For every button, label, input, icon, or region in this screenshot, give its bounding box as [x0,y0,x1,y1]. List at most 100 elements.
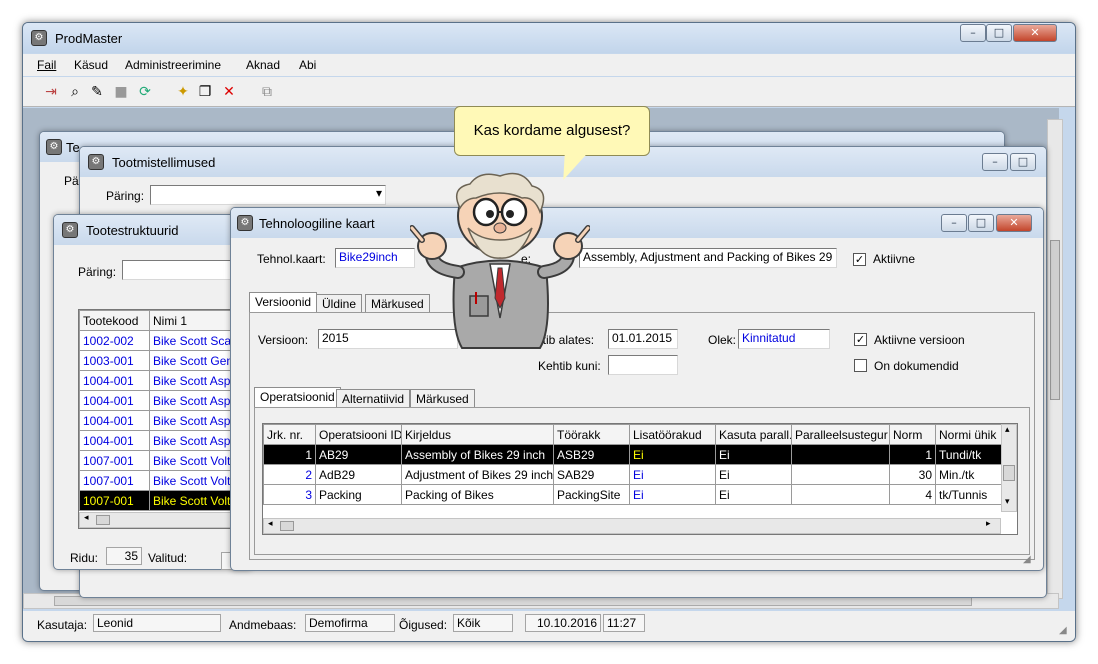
menu-bar: Fail Käsud Administreerimine Aknad Abi [23,54,1075,76]
column-header[interactable]: Kirjeldus [401,424,554,445]
operation-cell: 1 [263,444,316,465]
tab-versioonid[interactable]: Versioonid [249,292,318,313]
mdi-vertical-scrollbar[interactable] [1047,119,1063,599]
menu-aknad[interactable]: Aknad [246,58,280,72]
column-header[interactable]: Töörakk [553,424,630,445]
chevron-down-icon: ▾ [375,186,382,200]
product-code-cell: 1007-001 [79,490,150,511]
scroll-up-icon[interactable]: ▴ [1005,425,1010,435]
operations-v-scrollbar[interactable]: ▴ ▾ [1001,424,1017,512]
orders-query-dropdown[interactable]: ▾ [150,185,386,205]
column-header[interactable]: Paralleelsustegur [791,424,890,445]
tech-card-icon: ⚙ [237,215,253,231]
menu-administreerimine[interactable]: Administreerimine [125,58,221,72]
tech-maximize-button[interactable]: □ [968,214,994,232]
resize-grip-icon[interactable]: ◢ [1059,625,1067,636]
column-header[interactable]: Operatsiooni ID [315,424,402,445]
product-code-cell: 1004-001 [79,390,150,411]
tech-close-button[interactable]: ✕ [996,214,1032,232]
table-row[interactable]: 1 AB29 Assembly of Bikes 29 inch ASB29 Ei Ei 1… [263,444,1004,465]
operation-cell: 1 [889,444,936,465]
table-row[interactable]: 1004-001 Bike Scott Aspe [79,430,252,451]
maximize-button[interactable]: □ [986,24,1012,42]
operations-h-scrollbar[interactable]: ◂ ▸ [263,518,1001,534]
speech-bubble: Kas kordame algusest? [454,106,650,156]
table-row[interactable]: 3 Packing Packing of Bikes PackingSite Ei Ei 4… [263,484,1004,505]
selected-count-label: Valitud: [148,551,188,565]
card-input[interactable]: Bike29inch [335,248,415,268]
subtab-markused[interactable]: Märkused [410,389,475,408]
column-header[interactable]: Normi ühik [935,424,1004,445]
table-row[interactable]: 2 AdB29 Adjustment of Bikes 29 inch SAB29 Ei… [263,464,1004,485]
resize-grip-icon[interactable]: ◢ [1023,554,1031,565]
binoculars-icon[interactable]: ⌕ [65,82,85,102]
app-titlebar: ⚙ ProdMaster – □ ✕ [23,23,1075,53]
eraser-icon[interactable]: ✎ [87,82,107,102]
tech-card-title: Tehnoloogiline kaart [259,216,375,231]
valid-from-input[interactable]: 01.01.2015 [608,329,678,349]
rights-label: Õigused: [399,618,448,632]
scroll-left-icon[interactable]: ◂ [268,519,273,529]
orders-title: Tootmistellimused [112,155,216,170]
valid-to-input[interactable] [608,355,678,375]
operation-cell: Ei [629,464,716,485]
open-folder-icon[interactable]: ✦ [173,82,193,102]
column-header[interactable]: Lisatöörakud [629,424,716,445]
operation-cell: 2 [263,464,316,485]
table-row[interactable]: 1007-001 Bike Scott Volt- [79,470,252,491]
orders-maximize-button[interactable]: □ [1010,153,1036,171]
operation-cell: AdB29 [315,464,402,485]
operation-cell: 30 [889,464,936,485]
menu-abi[interactable]: Abi [299,58,316,72]
column-header[interactable]: Jrk. nr. [263,424,316,445]
orders-window-icon: ⚙ [88,154,104,170]
subtab-operatsioonid[interactable]: Operatsioonid [254,387,341,408]
structures-h-scrollbar[interactable]: ◂ [79,512,252,528]
toolbar: ⇥ ⌕ ✎ ■ ⟳ ✦ ❐ ✕ ⧉ [23,77,1075,107]
tech-minimize-button[interactable]: – [941,214,967,232]
close-button[interactable]: ✕ [1013,24,1057,42]
scroll-left-icon[interactable]: ◂ [84,513,89,523]
table-row[interactable]: 1007-001 Bike Scott Volt- [79,450,252,471]
delete-icon[interactable]: ✕ [219,82,239,102]
table-row[interactable]: 1003-001 Bike Scott Gen [79,350,252,371]
scroll-down-icon[interactable]: ▾ [1005,497,1010,507]
column-header[interactable]: Kasuta parall. [715,424,792,445]
active-version-checkbox[interactable]: ✓ [854,333,867,346]
has-documents-label: On dokumendid [874,359,959,373]
copy-icon[interactable]: ⧉ [257,82,277,102]
database-label: Andmebaas: [229,618,297,632]
minimize-button[interactable]: – [960,24,986,42]
active-version-label: Aktiivne versioon [874,333,965,347]
stop-icon[interactable]: ■ [111,82,131,102]
product-code-cell: 1003-001 [79,350,150,371]
valid-to-label: Kehtib kuni: [538,359,601,373]
table-row[interactable]: 1004-001 Bike Scott Aspe [79,410,252,431]
database-value: Demofirma [305,614,395,632]
window-icon[interactable]: ❐ [195,82,215,102]
column-header[interactable]: Norm [889,424,936,445]
orders-minimize-button[interactable]: – [982,153,1008,171]
subtab-alternatiivid[interactable]: Alternatiivid [336,389,411,408]
scroll-right-icon[interactable]: ▸ [986,519,991,529]
operation-cell: 3 [263,484,316,505]
has-documents-checkbox[interactable] [854,359,867,372]
table-row[interactable]: 1002-002 Bike Scott Scal [79,330,252,351]
active-checkbox[interactable]: ✓ [853,253,866,266]
app-title: ProdMaster [55,31,123,46]
table-row[interactable]: 1004-001 Bike Scott Aspe [79,370,252,391]
menu-kasud[interactable]: Käsud [74,58,108,72]
tech-card-titlebar: ⚙ Tehnoloogiline kaart – □ ✕ [231,208,1043,238]
operation-cell: PackingSite [553,484,630,505]
new-record-icon[interactable]: ⇥ [41,82,61,102]
operation-cell: SAB29 [553,464,630,485]
tab-uldine[interactable]: Üldine [316,294,363,313]
description-input[interactable]: Assembly, Adjustment and Packing of Bike… [579,248,837,268]
operation-cell: Ei [629,444,716,465]
refresh-icon[interactable]: ⟳ [135,82,155,102]
status-input[interactable]: Kinnitatud [738,329,830,349]
table-row[interactable]: 1004-001 Bike Scott Aspe [79,390,252,411]
table-row[interactable]: 1007-001 Bike Scott Volt- [79,490,252,511]
column-header-tootekood[interactable]: Tootekood [79,310,150,331]
menu-fail[interactable]: Fail [37,58,56,72]
